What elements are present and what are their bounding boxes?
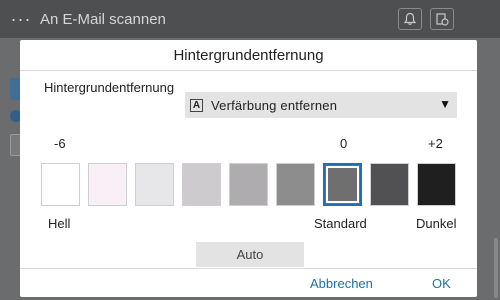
- background-removal-mode-select[interactable]: A Verfärbung entfernen ▼: [185, 92, 457, 118]
- dialog-title: Hintergrundentfernung: [20, 40, 477, 71]
- level-swatch-selected[interactable]: [323, 163, 362, 206]
- level-swatch[interactable]: [276, 163, 315, 206]
- scale-label-dark: Dunkel: [416, 216, 457, 231]
- scale-label-standard: Standard: [314, 216, 367, 231]
- cancel-button[interactable]: Abbrechen: [310, 276, 373, 291]
- level-swatch[interactable]: [417, 163, 456, 206]
- scale-mid-number: 0: [340, 136, 348, 151]
- level-swatch[interactable]: [41, 163, 80, 206]
- ok-button[interactable]: OK: [432, 276, 451, 291]
- level-swatch[interactable]: [182, 163, 221, 206]
- menu-button[interactable]: ···: [6, 4, 36, 34]
- select-value: Verfärbung entfernen: [211, 97, 338, 113]
- auto-button[interactable]: Auto: [196, 242, 304, 267]
- app-header: ··· An E-Mail scannen: [0, 0, 500, 38]
- level-swatch[interactable]: [229, 163, 268, 206]
- background-scrollbar: [494, 238, 498, 298]
- auto-mode-icon: A: [190, 98, 203, 112]
- app-title: An E-Mail scannen: [40, 10, 166, 28]
- job-status-icon[interactable]: [430, 8, 454, 30]
- chevron-down-icon: ▼: [439, 97, 451, 111]
- level-swatch[interactable]: [370, 163, 409, 206]
- bell-icon[interactable]: [398, 8, 422, 30]
- background-removal-dialog: Hintergrundentfernung Hintergrundentfern…: [20, 40, 477, 297]
- scale-max-number: +2: [428, 136, 443, 151]
- setting-label: Hintergrundentfernung: [44, 80, 175, 95]
- scale-min-number: -6: [54, 136, 66, 151]
- level-swatch[interactable]: [88, 163, 127, 206]
- level-swatch[interactable]: [135, 163, 174, 206]
- scale-label-light: Hell: [48, 216, 71, 231]
- dialog-footer: Abbrechen OK: [20, 268, 477, 297]
